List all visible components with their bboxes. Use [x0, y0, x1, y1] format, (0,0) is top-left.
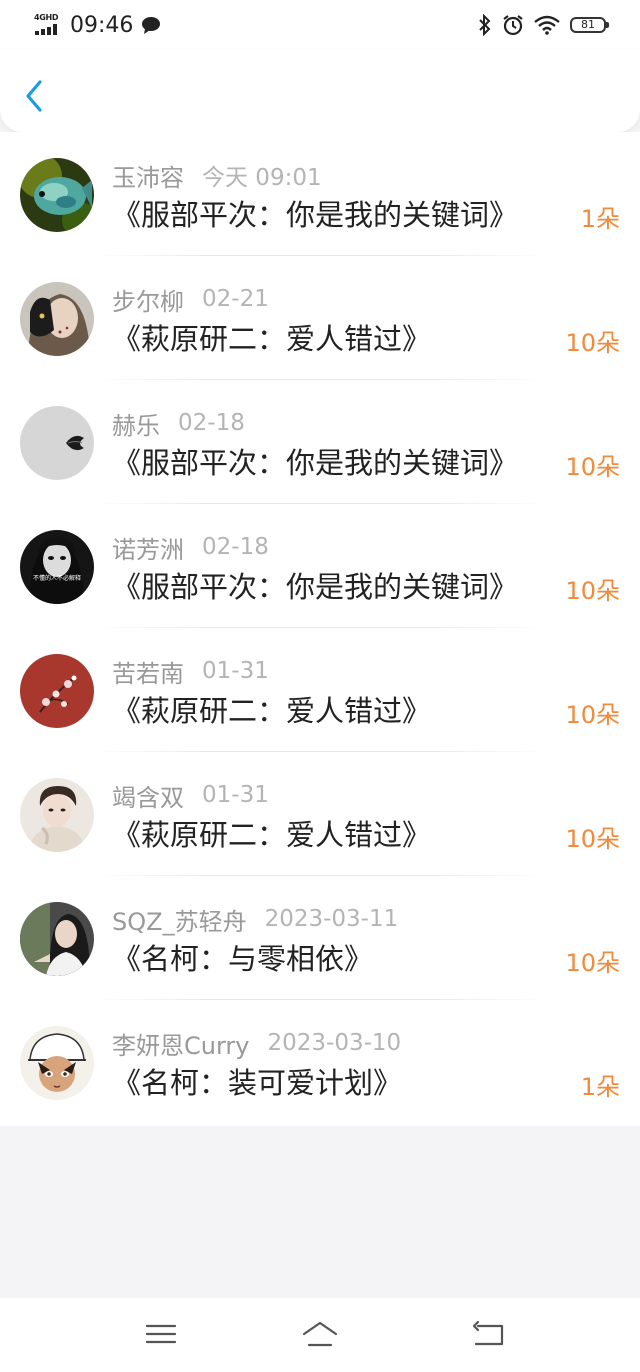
- header: [0, 50, 640, 132]
- avatar[interactable]: [20, 158, 94, 232]
- battery-icon: 81: [570, 17, 609, 33]
- send-date: 02-18: [178, 410, 245, 436]
- avatar[interactable]: 不懂的人不必解释: [20, 530, 94, 604]
- list-item[interactable]: 苦若南 01-31 《萩原研二：爱人错过》 10朵: [0, 628, 640, 752]
- back-nav-icon[interactable]: [468, 1318, 508, 1350]
- system-nav-bar: [0, 1298, 640, 1372]
- flower-count: 1朵: [580, 205, 620, 233]
- sender-name: 玉沛容: [112, 163, 184, 192]
- sender-name: 竭含双: [112, 783, 184, 812]
- flower-count: 10朵: [565, 453, 620, 481]
- avatar[interactable]: [20, 1026, 94, 1100]
- sender-name: 步尔柳: [112, 287, 184, 316]
- signal-icon: 4GHD: [34, 13, 64, 37]
- wifi-icon: [534, 15, 560, 35]
- list-item[interactable]: SQZ_苏轻舟 2023-03-11 《名柯：与零相依》 10朵: [0, 876, 640, 1000]
- page: 4GHD 09:46 81 玉沛容 今天 09:01 《服部平次：你是我的关键词…: [0, 0, 640, 1372]
- list-item[interactable]: 李妍恩Curry 2023-03-10 《名柯：装可爱计划》 1朵: [0, 1000, 640, 1124]
- avatar[interactable]: [20, 406, 94, 480]
- send-date: 01-31: [202, 782, 269, 808]
- alarm-icon: [503, 15, 523, 36]
- avatar[interactable]: [20, 778, 94, 852]
- send-date: 2023-03-11: [264, 906, 399, 932]
- flower-count: 1朵: [580, 1073, 620, 1101]
- work-title: 《萩原研二：爱人错过》: [112, 322, 432, 356]
- avatar[interactable]: [20, 282, 94, 356]
- chevron-left-icon[interactable]: [18, 76, 52, 116]
- flower-count: 10朵: [565, 949, 620, 977]
- send-date: 2023-03-10: [267, 1030, 402, 1056]
- work-title: 《萩原研二：爱人错过》: [112, 818, 432, 852]
- work-title: 《服部平次：你是我的关键词》: [112, 446, 519, 480]
- list-item[interactable]: 不懂的人不必解释 诺芳洲 02-18 《服部平次：你是我的关键词》 10朵: [0, 504, 640, 628]
- work-title: 《服部平次：你是我的关键词》: [112, 198, 519, 232]
- work-title: 《萩原研二：爱人错过》: [112, 694, 432, 728]
- flower-count: 10朵: [565, 577, 620, 605]
- work-title: 《服部平次：你是我的关键词》: [112, 570, 519, 604]
- sender-name: 苦若南: [112, 659, 184, 688]
- work-title: 《名柯：装可爱计划》: [112, 1066, 403, 1100]
- status-left: 4GHD 09:46: [34, 10, 161, 40]
- status-right: 81: [478, 12, 609, 38]
- avatar-caption: 不懂的人不必解释: [33, 574, 81, 582]
- status-bar: 4GHD 09:46 81: [0, 0, 640, 50]
- flower-count: 10朵: [565, 701, 620, 729]
- send-date: 02-18: [202, 534, 269, 560]
- avatar[interactable]: [20, 654, 94, 728]
- flower-count: 10朵: [565, 825, 620, 853]
- chat-notification-icon: [142, 17, 161, 34]
- battery-level: 81: [581, 18, 595, 31]
- avatar[interactable]: [20, 902, 94, 976]
- sender-name: SQZ_苏轻舟: [112, 907, 247, 936]
- list-item[interactable]: 玉沛容 今天 09:01 《服部平次：你是我的关键词》 1朵: [0, 132, 640, 256]
- bluetooth-icon: [479, 14, 491, 36]
- send-date: 01-31: [202, 658, 269, 684]
- sender-name: 赫乐: [112, 411, 160, 440]
- send-date: 02-21: [202, 286, 269, 312]
- flower-gift-list: 玉沛容 今天 09:01 《服部平次：你是我的关键词》 1朵 步尔柳 02-21…: [0, 132, 640, 1126]
- list-item[interactable]: 赫乐 02-18 《服部平次：你是我的关键词》 10朵: [0, 380, 640, 504]
- sender-name: 诺芳洲: [112, 535, 184, 564]
- send-date: 今天 09:01: [202, 165, 322, 191]
- flower-count: 10朵: [565, 329, 620, 357]
- network-type: 4GHD: [34, 13, 59, 22]
- menu-icon[interactable]: [141, 1318, 181, 1350]
- work-title: 《名柯：与零相依》: [112, 942, 374, 976]
- home-icon[interactable]: [300, 1318, 340, 1350]
- sender-name: 李妍恩Curry: [112, 1031, 250, 1060]
- list-item[interactable]: 竭含双 01-31 《萩原研二：爱人错过》 10朵: [0, 752, 640, 876]
- status-time: 09:46: [70, 12, 134, 38]
- list-item[interactable]: 步尔柳 02-21 《萩原研二：爱人错过》 10朵: [0, 256, 640, 380]
